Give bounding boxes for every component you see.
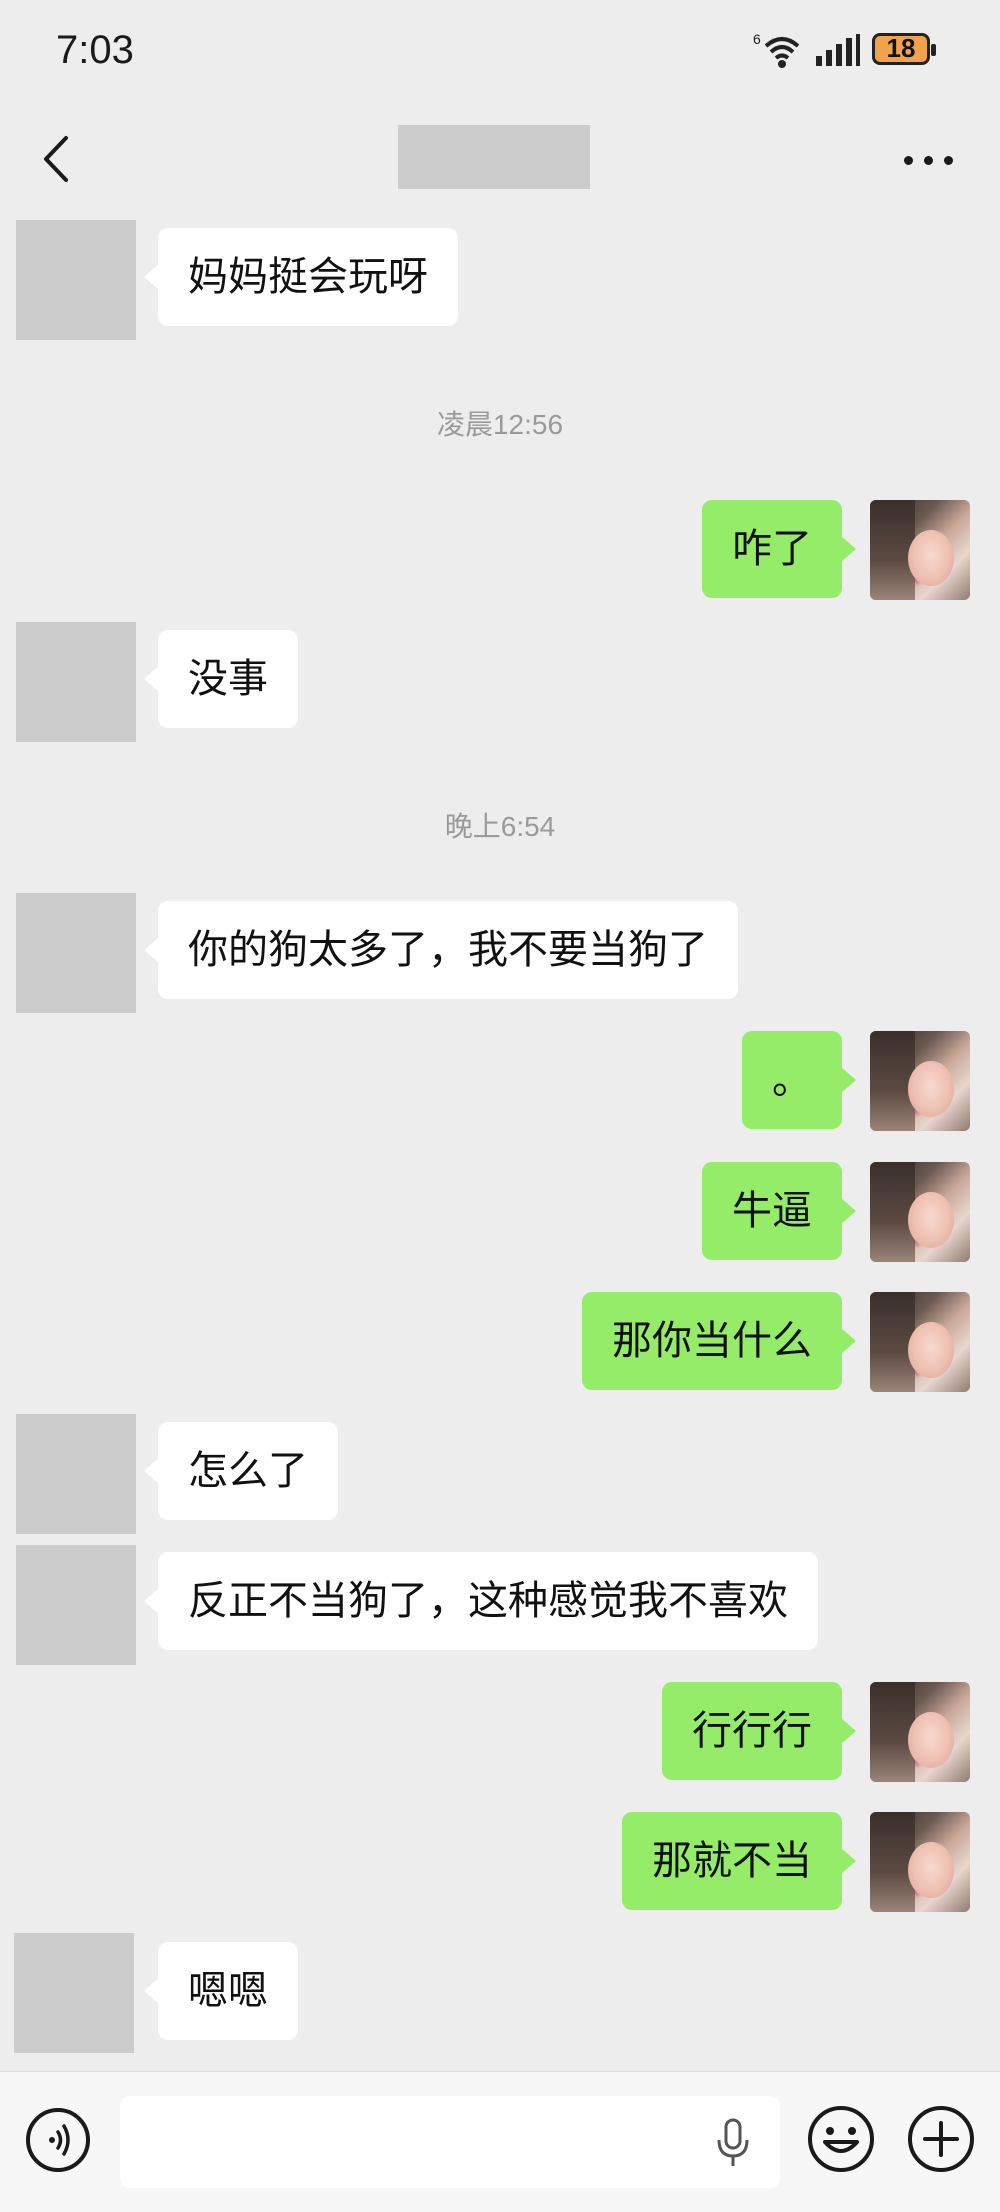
contact-avatar-redacted[interactable] [16,1545,136,1665]
timestamp: 凌晨12:56 [436,409,564,440]
status-time: 7:03 [56,28,134,72]
contact-avatar-redacted[interactable] [14,1933,134,2053]
my-avatar[interactable] [870,1162,970,1262]
plus-icon[interactable] [906,2104,976,2174]
battery-level: 18 [886,33,916,63]
message-bubble-incoming[interactable]: 反正不当狗了，这种感觉我不喜欢 [144,1552,818,1650]
my-avatar[interactable] [870,1292,970,1392]
microphone-icon[interactable] [715,2118,751,2168]
message-bubble-incoming[interactable]: 你的狗太多了，我不要当狗了 [144,901,738,999]
message-input[interactable] [120,2096,780,2188]
timestamp: 晚上6:54 [444,811,556,842]
message-bubble-outgoing[interactable]: 那你当什么 [582,1292,856,1390]
chat-title-redacted [398,125,590,189]
contact-avatar-redacted[interactable] [16,622,136,742]
wifi-icon: 6 [753,31,800,68]
my-avatar[interactable] [870,500,970,600]
my-avatar[interactable] [870,1031,970,1131]
chevron-left-icon[interactable] [38,134,78,184]
input-bar [0,2071,1000,2212]
message-bubble-incoming[interactable]: 怎么了 [144,1422,338,1520]
message-bubble-outgoing[interactable]: 那就不当 [622,1812,856,1910]
emoji-icon[interactable] [806,2104,876,2174]
message-bubble-outgoing[interactable]: 行行行 [662,1682,856,1780]
contact-avatar-redacted[interactable] [16,220,136,340]
more-horizontal-icon[interactable] [904,156,954,166]
voice-icon[interactable] [26,2108,90,2172]
signal-icon [816,34,860,66]
contact-avatar-redacted[interactable] [16,893,136,1013]
message-bubble-outgoing[interactable]: 牛逼 [702,1162,856,1260]
my-avatar[interactable] [870,1812,970,1912]
message-bubble-outgoing[interactable]: 咋了 [702,500,856,598]
my-avatar[interactable] [870,1682,970,1782]
message-bubble-incoming[interactable]: 没事 [144,630,298,728]
status-bar: 7:03 6 18 [0,0,1000,100]
network-type-label: 6 [753,31,761,47]
message-bubble-outgoing[interactable]: 。 [742,1031,856,1129]
chat-header [0,100,1000,216]
battery-icon: 18 [872,33,936,65]
message-bubble-incoming[interactable]: 嗯嗯 [144,1942,298,2040]
message-bubble-incoming[interactable]: 妈妈挺会玩呀 [144,228,458,326]
contact-avatar-redacted[interactable] [16,1414,136,1534]
